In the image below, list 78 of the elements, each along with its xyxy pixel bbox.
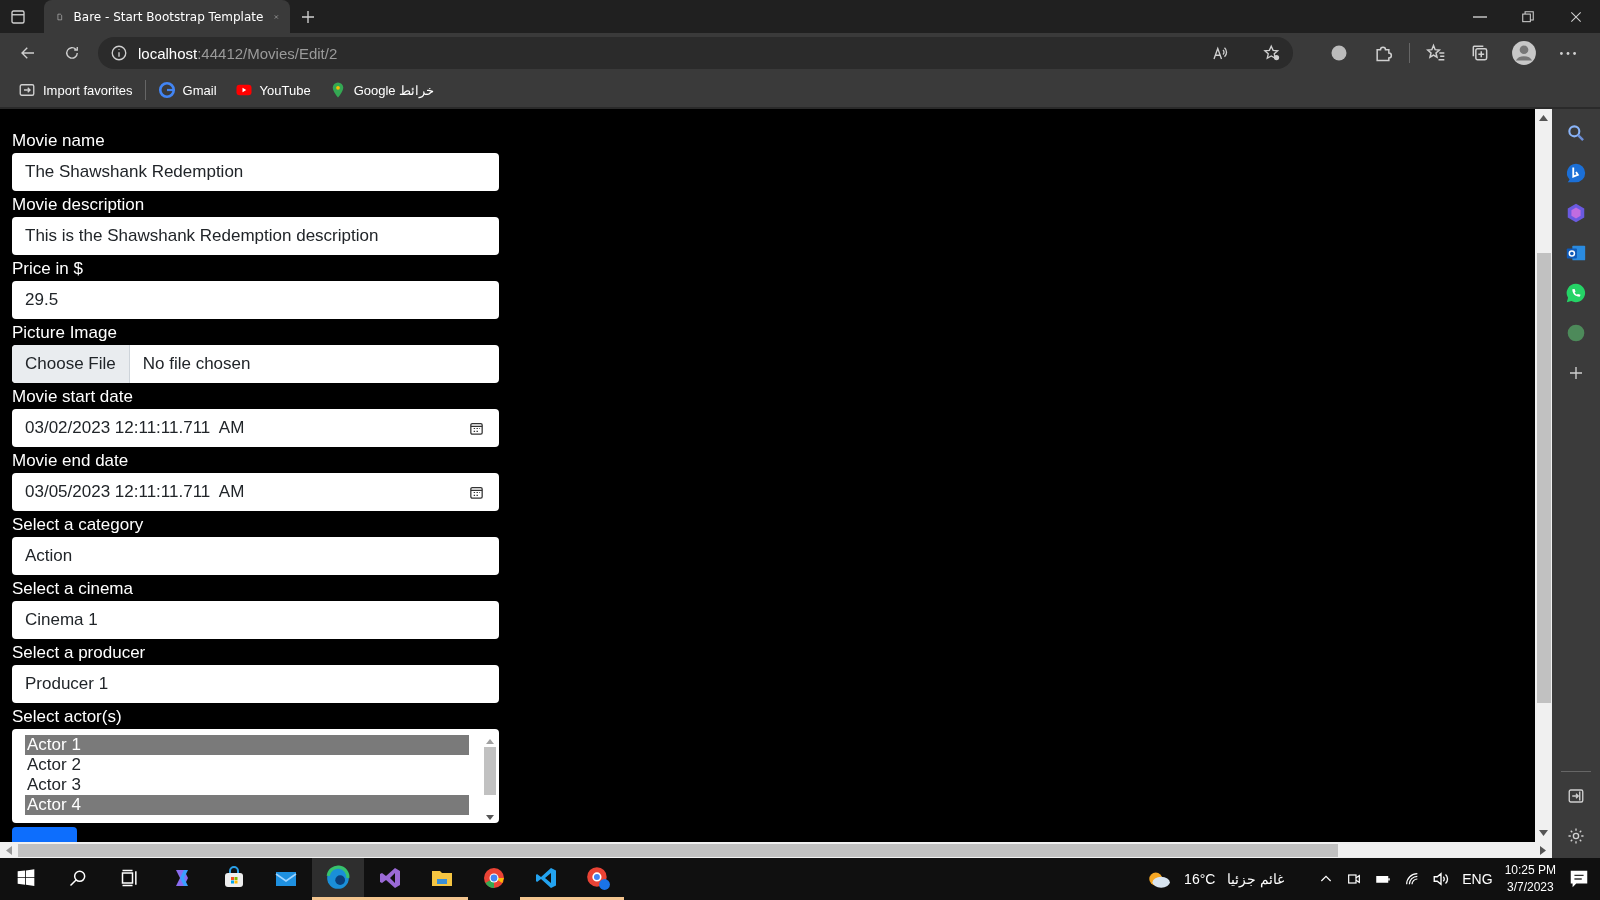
field-label: Movie name [12, 130, 106, 152]
vscode-icon [534, 865, 558, 890]
scroll-up-icon[interactable] [1539, 115, 1548, 121]
field-label: Select a producer [12, 642, 147, 664]
horizontal-scrollbar[interactable] [0, 842, 1552, 858]
field-label: Movie description [12, 194, 146, 216]
search-icon [1566, 123, 1586, 143]
scrollbar-thumb[interactable] [484, 747, 496, 795]
language-indicator[interactable]: ENG [1462, 871, 1493, 887]
visual-studio-icon [378, 865, 402, 890]
temperature: 16°C [1184, 871, 1216, 887]
bookmark-link[interactable]: Gmail [151, 77, 223, 103]
list-box[interactable]: Actor 1 Actor 2 Actor 3 Actor 4 [12, 729, 499, 823]
list-option[interactable]: Actor 1 [25, 735, 469, 755]
select-field[interactable]: Producer 1 [12, 665, 499, 703]
sidebar-panel-icon [9, 7, 27, 26]
letter-circle-icon [1566, 323, 1586, 343]
chat-bubble-icon [1565, 162, 1587, 184]
info-icon [110, 44, 128, 62]
input-field[interactable]: 29.5 [12, 281, 499, 319]
field-label: Select actor(s) [12, 706, 123, 728]
bookmark-link[interactable]: YouTube [228, 77, 317, 103]
field-label: Price in $ [12, 258, 84, 280]
scroll-right-icon[interactable] [1540, 845, 1546, 855]
star-list-icon [1426, 43, 1446, 63]
plus-icon [1567, 364, 1585, 382]
scrollbar-thumb[interactable] [18, 843, 1338, 857]
field-label: Select a category [12, 514, 145, 536]
select-field[interactable]: Action [12, 537, 499, 575]
input-field[interactable]: The Shawshank Redemption [12, 153, 499, 191]
chrome-icon [482, 865, 506, 890]
reload-icon [63, 44, 81, 62]
hexagon-icon [1565, 202, 1587, 224]
field-label: Picture Image [12, 322, 118, 344]
file-status-text: No file chosen [141, 354, 252, 374]
weather-condition: غائم جزئيا [1227, 871, 1285, 887]
phone-bubble-icon [1565, 282, 1587, 304]
store-bag-icon [222, 865, 246, 890]
list-option[interactable]: Actor 3 [25, 775, 469, 795]
volume-icon [1432, 870, 1451, 888]
google-icon [157, 81, 176, 99]
avatar-icon [1511, 40, 1537, 66]
restore-icon [1521, 9, 1535, 24]
chrome-profile-icon [585, 864, 611, 891]
windows-icon [16, 867, 36, 888]
taskbar-app[interactable] [312, 858, 364, 900]
field-label: Movie end date [12, 450, 130, 472]
list-option[interactable]: Actor 2 [25, 755, 469, 775]
bookmark-link[interactable]: Import favorites [12, 77, 139, 103]
bookmark-link[interactable]: Google خرائط [322, 77, 441, 103]
read-aloud-icon [1211, 44, 1229, 62]
address-bar[interactable]: localhost:44412/Movies/Edit/2 [98, 37, 1293, 69]
minimize-icon [1473, 15, 1487, 18]
task-view-icon [120, 867, 140, 888]
settings-icon [1567, 827, 1585, 845]
browser-tab[interactable]: Bare - Start Bootstrap Template [44, 0, 290, 33]
extension-circle-icon [1329, 43, 1349, 63]
close-icon [1569, 9, 1583, 24]
list-option[interactable]: Actor 4 [25, 795, 469, 815]
field-label: Select a cinema [12, 578, 134, 600]
vertical-scrollbar[interactable] [1535, 109, 1552, 842]
clock[interactable]: 10:25 PM 3/7/2023 [1504, 862, 1556, 896]
scrollbar-thumb[interactable] [1536, 253, 1551, 703]
more-icon [1560, 51, 1576, 55]
field-label: Movie start date [12, 386, 134, 408]
date-field[interactable]: 03/02/2023 12:11:11.711 AM [12, 409, 499, 447]
collections-icon [1470, 43, 1490, 63]
camera-icon [1346, 871, 1363, 887]
file-field[interactable]: Choose File No file chosen [12, 345, 499, 383]
scroll-down-icon[interactable] [486, 815, 494, 821]
choose-file-button[interactable]: Choose File [12, 345, 130, 383]
puzzle-icon [1373, 43, 1393, 63]
scroll-down-icon[interactable] [1539, 830, 1548, 836]
select-field[interactable]: Cinema 1 [12, 601, 499, 639]
star-plus-icon [1263, 44, 1281, 62]
date-field[interactable]: 03/05/2023 12:11:11.711 AM [12, 473, 499, 511]
edge-icon [325, 864, 351, 891]
input-field[interactable]: This is the Shawshank Redemption description [12, 217, 499, 255]
